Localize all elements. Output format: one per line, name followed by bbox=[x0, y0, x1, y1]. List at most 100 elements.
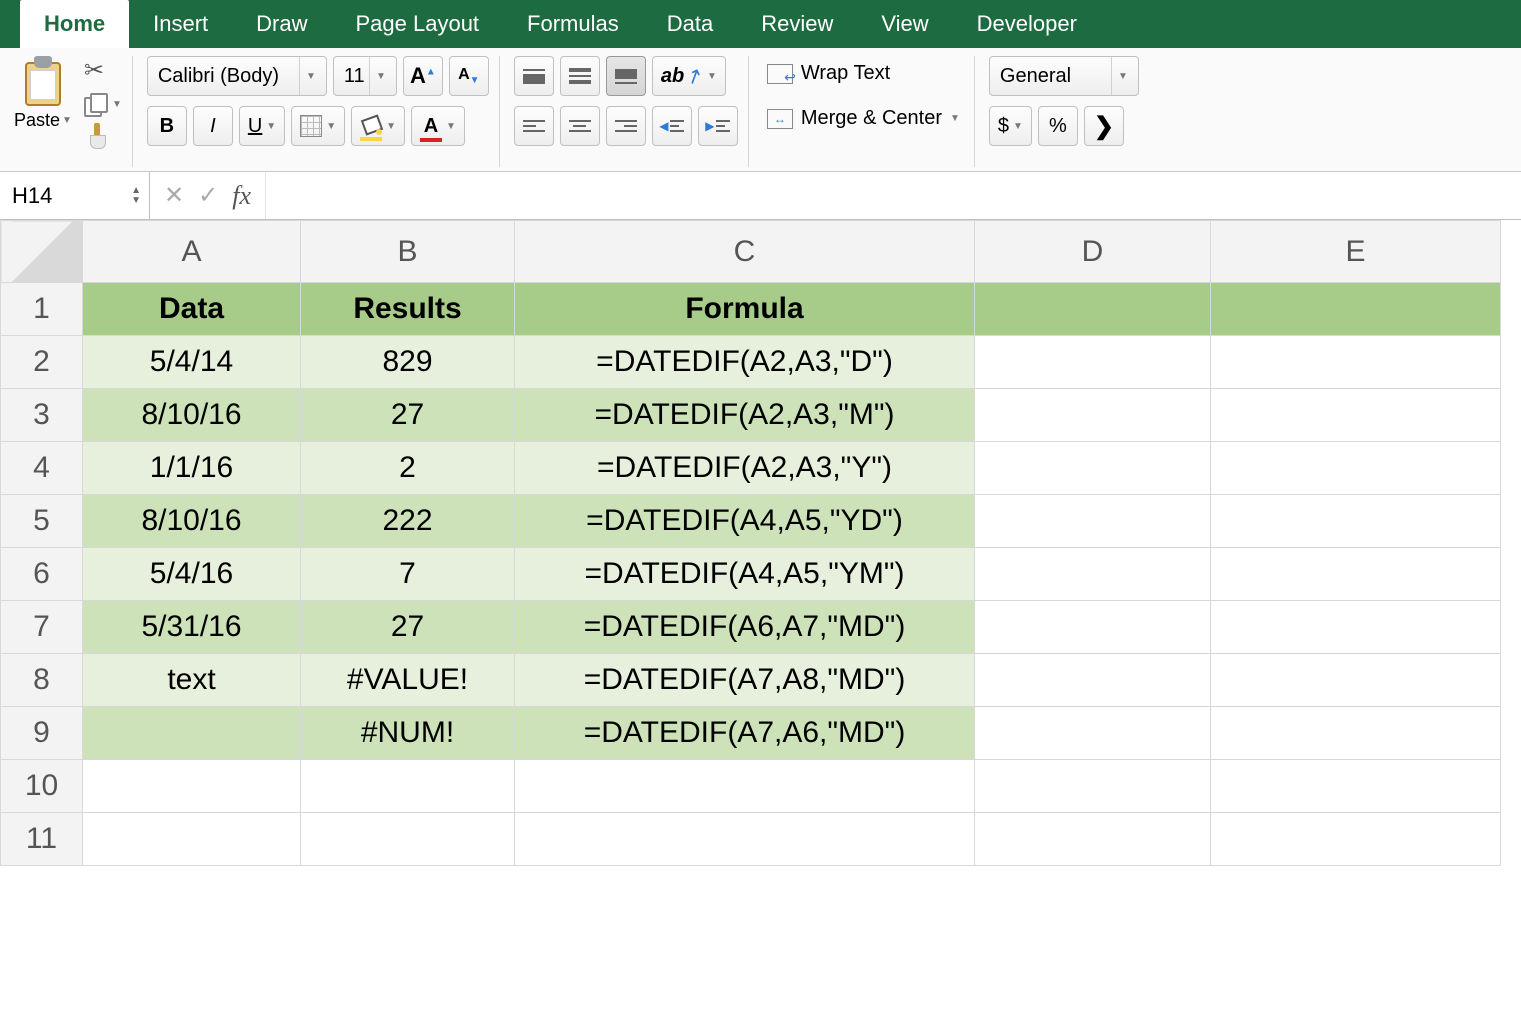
cell-B10[interactable] bbox=[301, 760, 515, 813]
col-header-E[interactable]: E bbox=[1211, 221, 1501, 283]
cell-B9[interactable]: #NUM! bbox=[301, 707, 515, 760]
underline-button[interactable]: U▼ bbox=[239, 106, 285, 146]
row-header-3[interactable]: 3 bbox=[1, 389, 83, 442]
percent-button[interactable]: % bbox=[1038, 106, 1078, 146]
col-header-B[interactable]: B bbox=[301, 221, 515, 283]
cell-E1[interactable] bbox=[1211, 283, 1501, 336]
wrap-text-button[interactable]: ↩ Wrap Text bbox=[763, 56, 894, 91]
increase-font-button[interactable]: A▲ bbox=[403, 56, 443, 96]
cell-D10[interactable] bbox=[975, 760, 1211, 813]
cell-B3[interactable]: 27 bbox=[301, 389, 515, 442]
row-header-11[interactable]: 11 bbox=[1, 813, 83, 866]
cell-E3[interactable] bbox=[1211, 389, 1501, 442]
formula-input[interactable] bbox=[265, 172, 1521, 219]
fill-color-button[interactable]: ▼ bbox=[351, 106, 405, 146]
cell-B6[interactable]: 7 bbox=[301, 548, 515, 601]
align-middle-button[interactable] bbox=[560, 56, 600, 96]
font-color-button[interactable]: A▼ bbox=[411, 106, 465, 146]
row-header-5[interactable]: 5 bbox=[1, 495, 83, 548]
tab-home[interactable]: Home bbox=[20, 0, 129, 48]
row-header-2[interactable]: 2 bbox=[1, 336, 83, 389]
col-header-D[interactable]: D bbox=[975, 221, 1211, 283]
cell-A1[interactable]: Data bbox=[83, 283, 301, 336]
cell-C8[interactable]: =DATEDIF(A7,A8,"MD") bbox=[515, 654, 975, 707]
copy-button[interactable]: ▼ bbox=[84, 93, 122, 115]
col-header-A[interactable]: A bbox=[83, 221, 301, 283]
row-header-1[interactable]: 1 bbox=[1, 283, 83, 336]
cell-D6[interactable] bbox=[975, 548, 1211, 601]
cell-D2[interactable] bbox=[975, 336, 1211, 389]
cell-C10[interactable] bbox=[515, 760, 975, 813]
align-top-button[interactable] bbox=[514, 56, 554, 96]
italic-button[interactable]: I bbox=[193, 106, 233, 146]
cell-D1[interactable] bbox=[975, 283, 1211, 336]
row-header-8[interactable]: 8 bbox=[1, 654, 83, 707]
cell-C9[interactable]: =DATEDIF(A7,A6,"MD") bbox=[515, 707, 975, 760]
cell-A9[interactable] bbox=[83, 707, 301, 760]
borders-button[interactable]: ▼ bbox=[291, 106, 345, 146]
cell-A4[interactable]: 1/1/16 bbox=[83, 442, 301, 495]
font-size-dropdown[interactable]: 11 ▼ bbox=[333, 56, 397, 96]
cell-D11[interactable] bbox=[975, 813, 1211, 866]
cell-D5[interactable] bbox=[975, 495, 1211, 548]
tab-developer[interactable]: Developer bbox=[953, 0, 1101, 48]
cell-E9[interactable] bbox=[1211, 707, 1501, 760]
cell-A11[interactable] bbox=[83, 813, 301, 866]
cell-C5[interactable]: =DATEDIF(A4,A5,"YD") bbox=[515, 495, 975, 548]
grid[interactable]: A B C D E 1 Data Results Formula 2 5/4/1… bbox=[0, 220, 1501, 866]
cell-A3[interactable]: 8/10/16 bbox=[83, 389, 301, 442]
align-right-button[interactable] bbox=[606, 106, 646, 146]
tab-draw[interactable]: Draw bbox=[232, 0, 331, 48]
decrease-font-button[interactable]: A▼ bbox=[449, 56, 489, 96]
increase-indent-button[interactable]: ▶ bbox=[698, 106, 738, 146]
cell-E10[interactable] bbox=[1211, 760, 1501, 813]
cell-B11[interactable] bbox=[301, 813, 515, 866]
align-bottom-button[interactable] bbox=[606, 56, 646, 96]
cell-C4[interactable]: =DATEDIF(A2,A3,"Y") bbox=[515, 442, 975, 495]
cell-D4[interactable] bbox=[975, 442, 1211, 495]
align-center-button[interactable] bbox=[560, 106, 600, 146]
cell-C11[interactable] bbox=[515, 813, 975, 866]
cancel-formula-button[interactable]: ✕ bbox=[164, 181, 184, 210]
enter-formula-button[interactable]: ✓ bbox=[198, 181, 218, 210]
row-header-10[interactable]: 10 bbox=[1, 760, 83, 813]
cell-C1[interactable]: Formula bbox=[515, 283, 975, 336]
comma-style-button[interactable]: ❯ bbox=[1084, 106, 1124, 146]
cell-E4[interactable] bbox=[1211, 442, 1501, 495]
tab-review[interactable]: Review bbox=[737, 0, 857, 48]
tab-insert[interactable]: Insert bbox=[129, 0, 232, 48]
paste-button[interactable]: Paste ▼ bbox=[14, 56, 72, 131]
cell-B2[interactable]: 829 bbox=[301, 336, 515, 389]
font-name-dropdown[interactable]: Calibri (Body) ▼ bbox=[147, 56, 327, 96]
cell-C3[interactable]: =DATEDIF(A2,A3,"M") bbox=[515, 389, 975, 442]
cell-D7[interactable] bbox=[975, 601, 1211, 654]
bold-button[interactable]: B bbox=[147, 106, 187, 146]
col-header-C[interactable]: C bbox=[515, 221, 975, 283]
currency-button[interactable]: $▼ bbox=[989, 106, 1032, 146]
cell-A10[interactable] bbox=[83, 760, 301, 813]
select-all-corner[interactable] bbox=[1, 221, 83, 283]
cell-E2[interactable] bbox=[1211, 336, 1501, 389]
fx-icon[interactable]: fx bbox=[232, 181, 251, 211]
tab-formulas[interactable]: Formulas bbox=[503, 0, 643, 48]
cell-E5[interactable] bbox=[1211, 495, 1501, 548]
tab-view[interactable]: View bbox=[857, 0, 952, 48]
cell-B1[interactable]: Results bbox=[301, 283, 515, 336]
cell-C6[interactable]: =DATEDIF(A4,A5,"YM") bbox=[515, 548, 975, 601]
cut-button[interactable]: ✂ bbox=[84, 56, 122, 85]
number-format-dropdown[interactable]: General ▼ bbox=[989, 56, 1139, 96]
cell-B8[interactable]: #VALUE! bbox=[301, 654, 515, 707]
cell-D8[interactable] bbox=[975, 654, 1211, 707]
merge-center-button[interactable]: ↔ Merge & Center ▼ bbox=[763, 101, 964, 136]
cell-A7[interactable]: 5/31/16 bbox=[83, 601, 301, 654]
tab-page-layout[interactable]: Page Layout bbox=[332, 0, 504, 48]
cell-B4[interactable]: 2 bbox=[301, 442, 515, 495]
cell-A5[interactable]: 8/10/16 bbox=[83, 495, 301, 548]
row-header-6[interactable]: 6 bbox=[1, 548, 83, 601]
align-left-button[interactable] bbox=[514, 106, 554, 146]
row-header-4[interactable]: 4 bbox=[1, 442, 83, 495]
decrease-indent-button[interactable]: ◀ bbox=[652, 106, 692, 146]
cell-A8[interactable]: text bbox=[83, 654, 301, 707]
cell-C7[interactable]: =DATEDIF(A6,A7,"MD") bbox=[515, 601, 975, 654]
cell-E6[interactable] bbox=[1211, 548, 1501, 601]
